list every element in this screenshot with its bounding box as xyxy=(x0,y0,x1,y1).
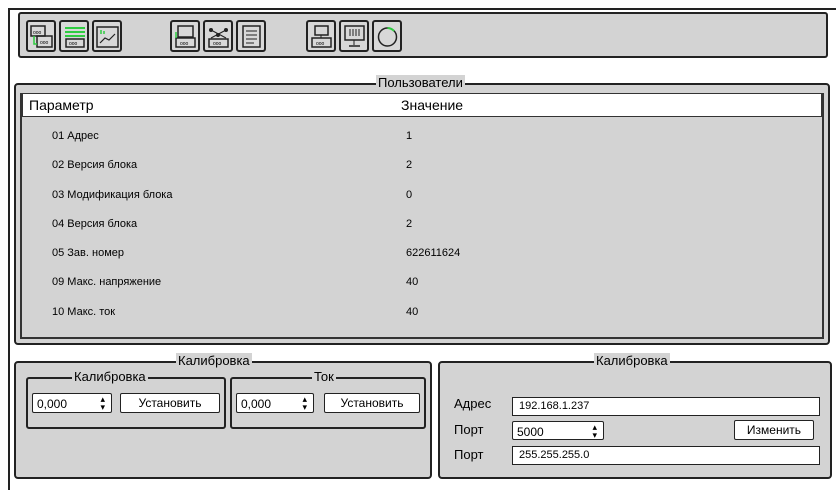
address-field[interactable]: 192.168.1.237 xyxy=(512,397,820,416)
row-param: 05 Зав. номер xyxy=(52,247,124,259)
users-panel-title: Пользователи xyxy=(376,75,465,91)
monitor-icon[interactable] xyxy=(339,20,369,52)
row-value: 2 xyxy=(406,159,413,171)
svg-text:ooo: ooo xyxy=(40,40,49,46)
row-value: 1 xyxy=(406,130,413,142)
svg-text:ooo: ooo xyxy=(180,41,189,47)
power-icon[interactable] xyxy=(372,20,402,52)
row-value: 40 xyxy=(406,306,419,318)
row-value: 40 xyxy=(406,276,419,288)
row-value: 0 xyxy=(406,189,413,201)
toolbar: ooo ooo ooo ooo ooo ooo xyxy=(18,12,828,58)
calibration-left-title: Калибровка xyxy=(176,353,252,369)
row-param: 09 Макс. напряжение xyxy=(52,276,162,288)
modules-icon[interactable]: ooo ooo xyxy=(26,20,56,52)
set-current-button[interactable]: Установить xyxy=(324,393,420,413)
table-row[interactable]: 05 Зав. номер 622611624 xyxy=(22,244,822,264)
table-row[interactable]: 09 Макс. напряжение 40 xyxy=(22,273,822,293)
svg-text:ooo: ooo xyxy=(69,41,78,47)
spinbox-value: 5000 xyxy=(517,425,544,439)
column-header-parameter: Параметр xyxy=(29,97,94,113)
list-icon[interactable]: ooo xyxy=(59,20,89,52)
spin-arrows-icon[interactable]: ▴ ▾ xyxy=(100,395,105,412)
calibration-panel-left: Калибровка Калибровка 0,000 ▴ ▾ Установит… xyxy=(14,353,432,479)
change-button[interactable]: Изменить xyxy=(734,420,814,440)
table-row[interactable]: 02 Версия блока 2 xyxy=(22,156,822,176)
port-spinbox[interactable]: 5000 ▴ ▾ xyxy=(512,421,604,440)
spinbox-value: 0,000 xyxy=(37,397,68,411)
table-row[interactable]: 03 Модификация блока 0 xyxy=(22,186,822,206)
spin-arrows-icon[interactable]: ▴ ▾ xyxy=(592,423,597,440)
table-header: Параметр Значение xyxy=(22,93,822,117)
port-label: Порт xyxy=(454,422,484,437)
row-param: 04 Версия блока xyxy=(52,218,138,230)
network-icon[interactable]: ooo xyxy=(203,20,233,52)
column-header-value: Значение xyxy=(401,97,464,113)
svg-text:ooo: ooo xyxy=(213,41,222,47)
table-row[interactable]: 01 Адрес 1 xyxy=(22,127,822,147)
row-value: 622611624 xyxy=(406,247,461,259)
svg-text:ooo: ooo xyxy=(316,41,325,47)
calibration-right-title: Калибровка xyxy=(594,353,670,369)
svg-text:ooo: ooo xyxy=(33,30,42,36)
document-icon[interactable] xyxy=(236,20,266,52)
table-row[interactable]: 10 Макс. ток 40 xyxy=(22,303,822,323)
current-group-title: Ток xyxy=(312,369,336,385)
table-row[interactable]: 04 Версия блока 2 xyxy=(22,215,822,235)
spinbox-value: 0,000 xyxy=(241,397,272,411)
spin-arrows-icon[interactable]: ▴ ▾ xyxy=(302,395,307,412)
parameters-table: Параметр Значение 01 Адрес 1 02 Версия б… xyxy=(20,93,824,339)
row-param: 01 Адрес xyxy=(52,130,99,142)
mask-field[interactable]: 255.255.255.0 xyxy=(512,446,820,465)
set-calibration-button[interactable]: Установить xyxy=(120,393,220,413)
address-label: Адрес xyxy=(454,396,492,411)
row-param: 03 Модификация блока xyxy=(52,189,173,201)
users-panel: Пользователи Параметр Значение 01 Адрес … xyxy=(14,75,830,345)
calibration-group: Калибровка 0,000 ▴ ▾ Установить xyxy=(26,369,226,429)
row-param: 10 Макс. ток xyxy=(52,306,116,318)
device-icon[interactable]: ooo xyxy=(170,20,200,52)
current-spinbox[interactable]: 0,000 ▴ ▾ xyxy=(236,393,314,413)
row-param: 02 Версия блока xyxy=(52,159,138,171)
mask-label: Порт xyxy=(454,447,484,462)
calibration-group-title: Калибровка xyxy=(72,369,148,385)
current-group: Ток 0,000 ▴ ▾ Установить xyxy=(230,369,426,429)
calibration-panel-right: Калибровка Адрес 192.168.1.237 Порт 5000… xyxy=(438,353,832,479)
row-value: 2 xyxy=(406,218,413,230)
computer-icon[interactable]: ooo xyxy=(306,20,336,52)
chart-icon[interactable] xyxy=(92,20,122,52)
calibration-spinbox[interactable]: 0,000 ▴ ▾ xyxy=(32,393,112,413)
